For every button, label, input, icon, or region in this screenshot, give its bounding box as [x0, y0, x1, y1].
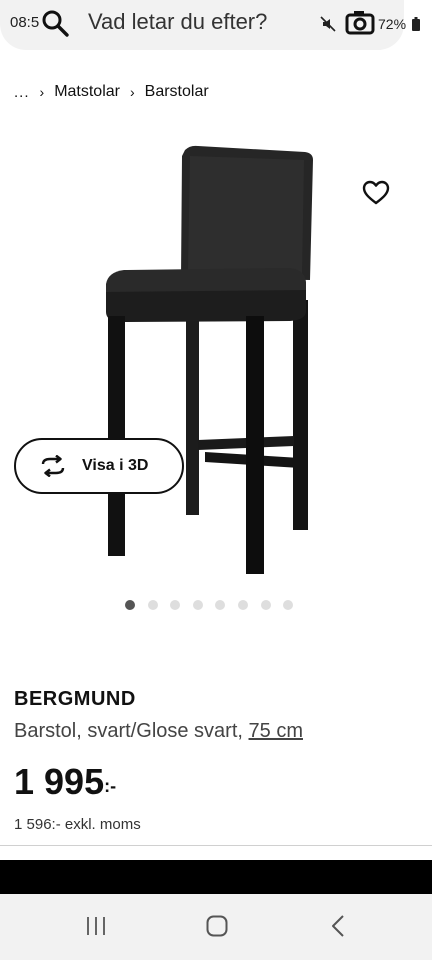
camera-icon[interactable] — [344, 8, 376, 36]
product-price: 1 995 :- — [14, 762, 116, 802]
view-in-3d-button[interactable]: Visa i 3D — [14, 438, 184, 494]
product-size-link[interactable]: 75 cm — [249, 720, 303, 742]
breadcrumb: ... › Matstolar › Barstolar — [14, 80, 209, 104]
home-icon[interactable] — [205, 914, 229, 938]
status-time: 08:5 — [10, 14, 40, 31]
product-description: Barstol, svart/Glose svart, 75 cm — [14, 720, 303, 743]
view-in-3d-label: Visa i 3D — [82, 457, 149, 474]
carousel-dot-4[interactable] — [192, 600, 203, 610]
battery-level: 72% — [378, 16, 407, 32]
chevron-right-icon: › — [39, 84, 45, 100]
mute-icon — [320, 16, 336, 32]
carousel-dot-6[interactable] — [237, 600, 248, 610]
price-suffix: :- — [104, 776, 117, 796]
system-nav-bar — [0, 894, 432, 960]
breadcrumb-ellipsis[interactable]: ... — [14, 84, 30, 101]
price-main: 1 995 — [14, 761, 105, 802]
recent-apps-icon[interactable] — [84, 914, 108, 938]
product-description-text: Barstol, svart/Glose svart, — [14, 720, 249, 742]
carousel-dot-2[interactable] — [147, 600, 158, 610]
chevron-right-icon: › — [129, 84, 135, 100]
breadcrumb-item-barstolar[interactable]: Barstolar — [145, 83, 209, 101]
carousel-dot-7[interactable] — [260, 600, 271, 610]
search-input[interactable]: Vad letar du efter? — [88, 9, 267, 35]
price-ex-vat: 1 596:- exkl. moms — [14, 816, 141, 833]
bottom-action-bar[interactable] — [0, 860, 432, 894]
divider — [0, 845, 432, 846]
rotate-icon — [41, 455, 65, 477]
carousel-dot-8[interactable] — [283, 600, 294, 610]
carousel-dots — [125, 600, 306, 610]
carousel-dot-1[interactable] — [125, 600, 135, 610]
top-bar: 08:5 Vad letar du efter? 72% — [0, 0, 432, 56]
search-icon[interactable] — [40, 8, 70, 38]
product-image[interactable] — [90, 140, 330, 580]
battery-icon — [412, 17, 420, 31]
breadcrumb-item-matstolar[interactable]: Matstolar — [54, 83, 120, 101]
back-icon[interactable] — [328, 914, 348, 938]
carousel-dot-3[interactable] — [170, 600, 181, 610]
product-name: BERGMUND — [14, 688, 136, 710]
carousel-dot-5[interactable] — [215, 600, 226, 610]
heart-icon[interactable] — [362, 180, 390, 206]
